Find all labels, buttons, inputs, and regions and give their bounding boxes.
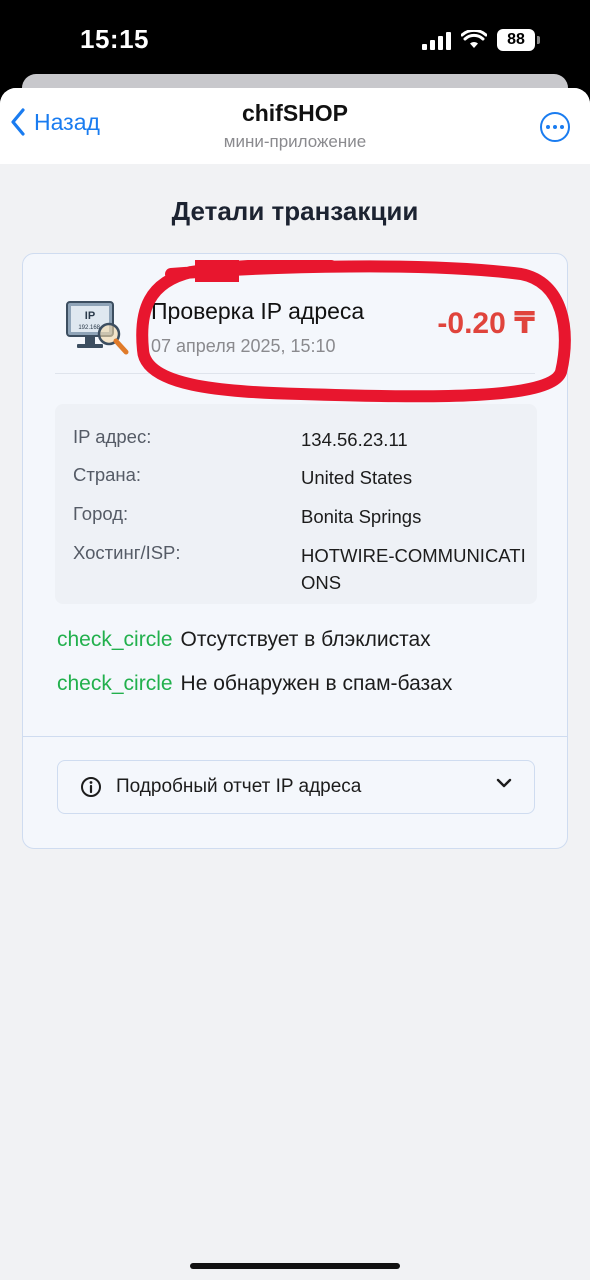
check-text: Не обнаружен в спам-базах xyxy=(180,672,453,695)
detail-label: IP адрес: xyxy=(73,426,152,447)
detail-value: HOTWIRE-COMMUNICATIONS xyxy=(301,545,526,593)
transaction-name: Проверка IP адреса xyxy=(151,298,365,324)
chevron-down-icon xyxy=(496,778,512,788)
info-icon xyxy=(81,777,101,797)
page-title: Детали транзакции xyxy=(171,196,419,226)
check-circle-icon: check_circle xyxy=(57,672,173,695)
detail-label: Хостинг/ISP: xyxy=(73,542,181,563)
report-button-label: Подробный отчет IP адреса xyxy=(116,776,362,797)
battery-icon: 88 xyxy=(497,29,540,51)
details-panel: IP адрес: 134.56.23.11 Страна: United St… xyxy=(55,404,537,604)
home-indicator xyxy=(190,1263,400,1269)
status-time: 15:15 xyxy=(80,24,149,54)
detailed-report-button[interactable]: Подробный отчет IP адреса xyxy=(57,760,535,814)
nav-title: chifSHOP xyxy=(241,100,349,126)
status-bar: 15:15 88 xyxy=(0,0,590,80)
transaction-date: 07 апреля 2025, 15:10 xyxy=(151,336,336,356)
status-icons: 88 xyxy=(422,26,540,54)
transaction-header: IP 192.168. Проверка IP адреса 07 апреля… xyxy=(55,284,535,374)
check-item: check_circle Не обнаружен в спам-базах xyxy=(57,672,452,716)
check-item: check_circle Отсутствует в блэклистах xyxy=(57,628,452,672)
ip-lookup-icon: IP 192.168. xyxy=(66,301,129,355)
detail-value: Bonita Springs xyxy=(301,506,422,527)
check-text: Отсутствует в блэклистах xyxy=(180,628,431,651)
detail-label: Город: xyxy=(73,503,129,524)
detail-value: United States xyxy=(301,467,413,488)
cellular-signal-icon xyxy=(422,30,451,50)
nav-subtitle: мини-приложение xyxy=(223,132,367,151)
mini-app-sheet: Назад chifSHOP мини-приложение Детали тр… xyxy=(0,88,590,1280)
transaction-card: IP 192.168. Проверка IP адреса 07 апреля… xyxy=(22,253,571,849)
transaction-amount: -0.20 ₸ xyxy=(437,307,535,340)
checks-list: check_circle Отсутствует в блэклистах che… xyxy=(57,628,452,716)
check-circle-icon: check_circle xyxy=(57,628,173,651)
detail-value: 134.56.23.11 xyxy=(301,429,408,450)
icon-text: IP xyxy=(85,310,95,322)
wifi-icon xyxy=(461,30,487,48)
detail-label: Страна: xyxy=(73,464,142,485)
more-options-button[interactable] xyxy=(540,112,570,142)
nav-bar: Назад chifSHOP мини-приложение xyxy=(0,88,590,164)
card-divider xyxy=(23,736,567,737)
ellipsis-icon xyxy=(546,125,550,129)
battery-level: 88 xyxy=(497,29,535,51)
